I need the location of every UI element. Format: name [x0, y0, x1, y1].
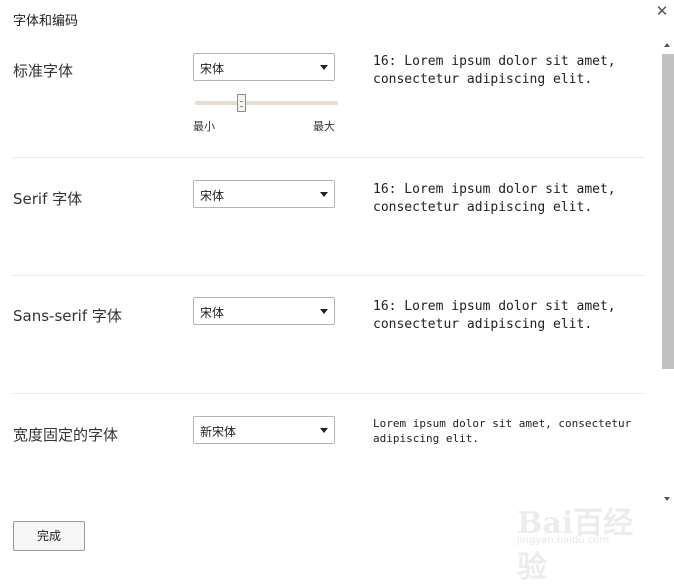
fixed-width-font-preview: Lorem ipsum dolor sit amet, consectetur … [373, 417, 632, 445]
sans-serif-font-select[interactable]: 宋体 [193, 297, 335, 325]
serif-font-value: 宋体 [200, 189, 225, 203]
chevron-down-icon [320, 428, 328, 433]
chevron-down-icon [320, 65, 328, 70]
fixed-width-font-value: 新宋体 [200, 425, 237, 439]
scrollbar-thumb[interactable] [662, 54, 674, 369]
sans-serif-font-preview: 16: Lorem ipsum dolor sit amet, consecte… [373, 299, 616, 332]
chevron-down-icon [320, 309, 328, 314]
standard-font-label: 标准字体 [13, 62, 74, 80]
font-settings-list: 标准字体 宋体 最小 最大 16: Lorem ipsum dolor sit … [0, 38, 660, 508]
scroll-up-arrow-icon[interactable] [664, 43, 670, 47]
font-size-slider-track[interactable] [195, 101, 338, 105]
baidu-jingyan-watermark: Bai百经验 jingyan.baidu.com [517, 490, 637, 585]
standard-font-preview: 16: Lorem ipsum dolor sit amet, consecte… [373, 54, 616, 87]
divider [12, 393, 645, 394]
serif-font-select[interactable]: 宋体 [193, 180, 335, 208]
standard-font-select[interactable]: 宋体 [193, 53, 335, 81]
divider [12, 157, 645, 158]
sans-serif-font-value: 宋体 [200, 306, 225, 320]
serif-font-preview: 16: Lorem ipsum dolor sit amet, consecte… [373, 182, 616, 215]
slider-max-label: 最大 [313, 120, 335, 133]
standard-font-value: 宋体 [200, 62, 225, 76]
font-size-slider-thumb[interactable] [236, 94, 246, 112]
watermark-url: jingyan.baidu.com [517, 535, 610, 546]
dialog-title: 字体和编码 [13, 14, 79, 29]
sans-serif-font-label: Sans-serif 字体 [13, 307, 122, 325]
vertical-scrollbar[interactable] [660, 38, 674, 508]
chevron-down-icon [320, 192, 328, 197]
fixed-width-font-label: 宽度固定的字体 [13, 426, 119, 444]
scroll-down-arrow-icon[interactable] [664, 497, 670, 501]
divider [12, 275, 645, 276]
serif-font-label: Serif 字体 [13, 190, 83, 208]
slider-min-label: 最小 [193, 120, 215, 133]
fixed-width-font-select[interactable]: 新宋体 [193, 416, 335, 444]
close-icon[interactable]: ✕ [654, 3, 670, 19]
done-button[interactable]: 完成 [13, 521, 85, 551]
